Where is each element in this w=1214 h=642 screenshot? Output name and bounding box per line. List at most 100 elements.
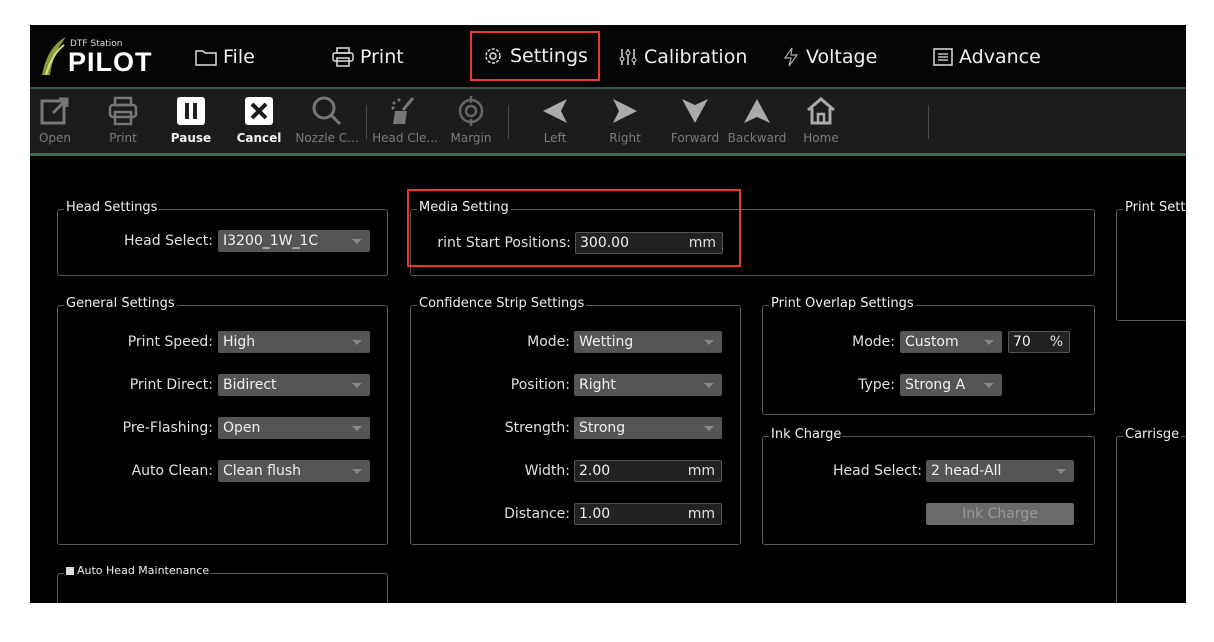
menu-settings[interactable]: Settings — [470, 31, 600, 81]
general-settings-group: General Settings Print Speed: High Print… — [57, 296, 388, 545]
head-settings-group: Head Settings Head Select: I3200_1W_1C — [57, 200, 388, 276]
chevron-down-icon — [352, 239, 362, 244]
pre-flashing-dropdown[interactable]: Open — [218, 417, 370, 439]
cs-distance-input[interactable]: 1.00 mm — [574, 503, 722, 525]
chevron-down-icon — [704, 426, 714, 431]
right-label: Right — [609, 131, 641, 145]
ink-head-select-dropdown[interactable]: 2 head-All — [926, 460, 1074, 482]
head-clean-label: Head Cle... — [372, 131, 438, 145]
overlap-type-dropdown[interactable]: Strong A — [900, 374, 1002, 396]
ink-charge-button[interactable]: Ink Charge — [926, 503, 1074, 525]
chevron-down-icon — [1056, 469, 1066, 474]
menu-voltage[interactable]: Voltage — [782, 43, 877, 71]
checkbox-checked-icon[interactable] — [66, 567, 74, 575]
print-speed-dropdown[interactable]: High — [218, 331, 370, 353]
backward-button[interactable]: Backward — [722, 93, 792, 145]
print-button[interactable]: Print — [88, 93, 158, 145]
print-overlap-title: Print Overlap Settings — [769, 296, 916, 311]
app-window: DTF Station PILOT File Print Settings Ca… — [30, 25, 1186, 603]
bolt-icon — [783, 47, 799, 67]
arrow-left-icon — [543, 99, 567, 123]
nozzle-check-button[interactable]: Nozzle C... — [292, 93, 362, 145]
menu-print[interactable]: Print — [332, 43, 404, 71]
toolbar-separator — [508, 105, 509, 139]
home-label: Home — [803, 131, 839, 145]
pause-icon — [177, 97, 205, 125]
menu-file[interactable]: File — [195, 43, 255, 71]
cancel-icon — [245, 97, 273, 125]
pause-button[interactable]: Pause — [156, 93, 226, 145]
overlap-type-label: Type: — [858, 377, 895, 393]
media-highlight-box — [407, 189, 741, 267]
print-direct-label: Print Direct: — [129, 377, 213, 393]
open-button[interactable]: Open — [30, 93, 90, 145]
open-file-icon — [40, 97, 69, 125]
leaf-logo-icon — [42, 37, 66, 76]
print-overlap-group: Print Overlap Settings Mode: Custom 70% … — [762, 296, 1095, 415]
cancel-label: Cancel — [236, 131, 282, 145]
auto-clean-label: Auto Clean: — [131, 463, 213, 479]
chevron-down-icon — [352, 426, 362, 431]
confidence-strip-group: Confidence Strip Settings Mode: Wetting … — [410, 296, 741, 545]
menu-calibration-label: Calibration — [644, 46, 748, 68]
toolbar-separator — [928, 105, 929, 139]
settings-panel: Head Settings Head Select: I3200_1W_1C M… — [30, 156, 1186, 603]
pause-label: Pause — [170, 131, 212, 145]
auto-head-maintenance-title: Auto Head Maintenance — [64, 564, 212, 577]
auto-clean-dropdown[interactable]: Clean flush — [218, 460, 370, 482]
cs-position-dropdown[interactable]: Right — [574, 374, 722, 396]
left-label: Left — [543, 131, 567, 145]
gear-icon — [485, 48, 501, 64]
cs-mode-dropdown[interactable]: Wetting — [574, 331, 722, 353]
right-button[interactable]: Right — [590, 93, 660, 145]
print-speed-label: Print Speed: — [127, 334, 213, 350]
general-settings-title: General Settings — [64, 296, 177, 311]
toolbar-separator — [366, 105, 367, 139]
ink-charge-title: Ink Charge — [769, 427, 844, 442]
chevron-down-icon — [984, 383, 994, 388]
carriage-title: Carrisge — [1123, 427, 1182, 442]
folder-icon — [195, 50, 217, 66]
cs-strength-dropdown[interactable]: Strong — [574, 417, 722, 439]
nozzle-check-label: Nozzle C... — [295, 131, 359, 145]
chevron-down-icon — [704, 383, 714, 388]
chevron-down-icon — [352, 383, 362, 388]
search-icon — [312, 96, 342, 126]
overlap-percent-input[interactable]: 70% — [1008, 331, 1070, 353]
auto-head-maintenance-group: Auto Head Maintenance — [57, 564, 388, 603]
head-select-dropdown[interactable]: I3200_1W_1C — [218, 230, 370, 252]
app-logo: DTF Station PILOT — [36, 31, 156, 81]
toolbar: Open Print Pause Cancel Nozzle C... Head… — [30, 89, 1186, 153]
forward-button[interactable]: Forward — [660, 93, 730, 145]
print-direct-dropdown[interactable]: Bidirect — [218, 374, 370, 396]
arrow-down-icon — [682, 99, 708, 123]
menu-calibration[interactable]: Calibration — [618, 43, 747, 71]
menu-advance[interactable]: Advance — [933, 43, 1041, 71]
menu-settings-label: Settings — [510, 45, 588, 67]
cs-mode-label: Mode: — [527, 334, 570, 350]
printer-icon — [108, 96, 138, 126]
margin-button[interactable]: Margin — [436, 93, 506, 145]
head-settings-title: Head Settings — [64, 200, 160, 215]
chevron-down-icon — [352, 469, 362, 474]
carriage-group: Carrisge — [1116, 427, 1186, 603]
print-label: Print — [109, 131, 137, 145]
left-button[interactable]: Left — [520, 93, 590, 145]
menu-print-label: Print — [360, 46, 404, 68]
ink-charge-group: Ink Charge Head Select: 2 head-All Ink C… — [762, 427, 1095, 545]
home-button[interactable]: Home — [786, 93, 856, 145]
overlap-mode-dropdown[interactable]: Custom — [900, 331, 1002, 353]
head-clean-button[interactable]: Head Cle... — [370, 93, 440, 145]
brush-icon — [391, 97, 415, 124]
cancel-button[interactable]: Cancel — [224, 93, 294, 145]
logo-text: PILOT — [68, 47, 153, 77]
menu-advance-label: Advance — [959, 46, 1041, 68]
arrow-right-icon — [613, 99, 637, 123]
sliders-icon — [619, 49, 637, 65]
confidence-strip-title: Confidence Strip Settings — [417, 296, 587, 311]
ink-head-select-label: Head Select: — [833, 463, 922, 479]
forward-label: Forward — [670, 131, 720, 145]
cs-width-input[interactable]: 2.00 mm — [574, 460, 722, 482]
chevron-down-icon — [984, 340, 994, 345]
chevron-down-icon — [704, 340, 714, 345]
